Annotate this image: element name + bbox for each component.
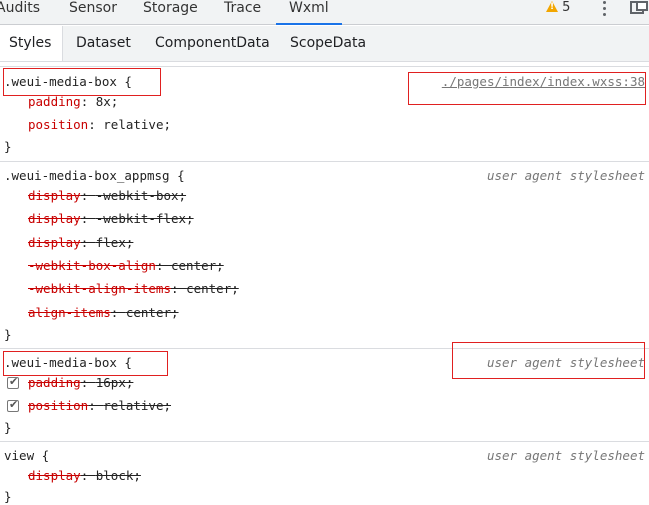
property-name: -webkit-align-items: [28, 281, 171, 296]
declaration-overridden[interactable]: position: relative;: [28, 397, 171, 415]
property-name: display: [28, 188, 81, 203]
rule-close-brace: }: [4, 420, 12, 435]
declaration-overridden[interactable]: padding: 16px;: [28, 374, 133, 392]
tab-trace[interactable]: Trace: [224, 0, 261, 25]
property-value: -webkit-box;: [95, 188, 187, 203]
property-value: center;: [125, 305, 179, 320]
declaration-overridden[interactable]: display: -webkit-flex;: [28, 210, 194, 228]
tab-label: Dataset: [76, 35, 131, 51]
more-options-icon[interactable]: [603, 1, 607, 17]
undock-icon[interactable]: [630, 1, 648, 14]
tab-wxml[interactable]: Wxml: [276, 0, 342, 25]
warnings-counter[interactable]: 5: [546, 0, 570, 18]
tab-label: ComponentData: [155, 35, 270, 51]
annotation-box: [3, 68, 161, 96]
property-name: display: [28, 235, 81, 250]
tab-label: Styles: [9, 35, 52, 51]
rule-selector[interactable]: .weui-media-box_appmsg {: [4, 167, 185, 185]
panel-tab-bar: Audits Sensor Storage Trace Wxml 5: [0, 0, 649, 25]
annotation-box: [3, 351, 168, 376]
declaration-overridden[interactable]: -webkit-box-align: center;: [28, 257, 224, 275]
declaration-overridden[interactable]: align-items: center;: [28, 304, 179, 322]
tab-sensor[interactable]: Sensor: [69, 0, 117, 25]
rule-source: user agent stylesheet: [486, 448, 645, 463]
declaration-checkbox[interactable]: [7, 375, 19, 389]
declaration-overridden[interactable]: display: flex;: [28, 234, 133, 252]
property-name: position: [28, 117, 89, 132]
property-value: flex;: [95, 235, 134, 250]
rule-selector[interactable]: view {: [4, 447, 49, 465]
tab-label: Storage: [143, 0, 198, 16]
rule-close-brace: }: [4, 327, 12, 342]
rule-close-brace: }: [4, 489, 12, 504]
property-name: -webkit-box-align: [28, 258, 156, 273]
property-name: position: [28, 398, 89, 413]
property-value: relative;: [103, 117, 172, 132]
warnings-count: 5: [562, 0, 571, 15]
rule-source: user agent stylesheet: [486, 168, 645, 183]
property-name: padding: [28, 375, 81, 390]
rule-close-brace: }: [4, 139, 12, 154]
property-name: padding: [28, 94, 81, 109]
tab-label: Wxml: [289, 0, 329, 16]
property-name: display: [28, 211, 81, 226]
tab-storage[interactable]: Storage: [143, 0, 198, 25]
tab-componentdata[interactable]: ComponentData: [155, 26, 270, 61]
warning-triangle-icon: [546, 1, 558, 12]
declaration-overridden[interactable]: -webkit-align-items: center;: [28, 280, 239, 298]
tab-label: Trace: [224, 0, 262, 16]
property-value: relative;: [103, 398, 172, 413]
declaration-overridden[interactable]: display: block;: [28, 467, 141, 485]
property-name: display: [28, 468, 81, 483]
tab-label: Sensor: [69, 0, 117, 16]
declaration[interactable]: position: relative;: [28, 116, 171, 134]
sidebar-tab-bar: Styles Dataset ComponentData ScopeData: [0, 26, 649, 62]
tab-styles[interactable]: Styles: [0, 26, 63, 61]
property-name: align-items: [28, 305, 111, 320]
annotation-box: [452, 342, 645, 379]
declaration-overridden[interactable]: display: -webkit-box;: [28, 187, 186, 205]
declaration-checkbox[interactable]: [7, 398, 19, 412]
property-value: block;: [95, 468, 141, 483]
style-rule: view { user agent stylesheet display: bl…: [0, 441, 649, 505]
tab-audits[interactable]: Audits: [0, 0, 40, 25]
property-value: center;: [171, 258, 224, 273]
property-value: 16px;: [95, 375, 134, 390]
style-rule: .weui-media-box_appmsg { user agent styl…: [0, 161, 649, 348]
property-value: center;: [186, 281, 239, 296]
property-value: -webkit-flex;: [95, 211, 194, 226]
tab-label: ScopeData: [290, 35, 367, 51]
tab-scopedata[interactable]: ScopeData: [290, 26, 366, 61]
property-value: 8x;: [95, 94, 119, 109]
tab-label: Audits: [0, 0, 41, 16]
tab-dataset[interactable]: Dataset: [76, 26, 131, 61]
annotation-box: [408, 72, 646, 105]
